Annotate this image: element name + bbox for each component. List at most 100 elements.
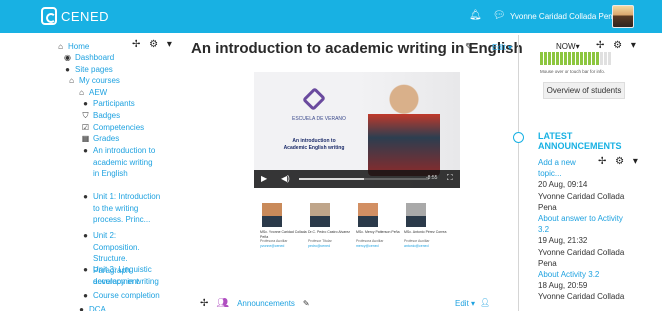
fullscreen-icon[interactable]: ⛶ <box>447 173 453 183</box>
course-icon: ⌂ <box>79 88 84 97</box>
circle-icon: ● <box>83 265 88 274</box>
progress-block[interactable] <box>560 52 563 65</box>
announcement-link[interactable]: 3.2 <box>538 225 630 234</box>
progress-block-controls[interactable]: ✢ ⚙ ▾ <box>596 40 639 51</box>
user-icon[interactable]: 👤︎ <box>480 298 490 307</box>
teacher-name: MSc. Yvonne Caridad Collada Peña <box>260 230 307 239</box>
announcement-meta: Pena <box>538 202 557 212</box>
teacher-photo <box>262 203 282 227</box>
edit-menu-top[interactable]: Edit ▾ <box>492 43 512 52</box>
circle-icon: ● <box>83 146 88 155</box>
teacher-name: Dr.C. Pedro Castro Alvarez <box>308 230 351 234</box>
nav-item-13[interactable]: ● Course completion <box>81 290 160 302</box>
nav-item-label: Grades <box>93 134 120 143</box>
nav-item-2[interactable]: ● Site pages <box>63 64 113 76</box>
user-avatar[interactable] <box>612 5 634 28</box>
circle-icon: ● <box>83 99 88 108</box>
progress-block[interactable] <box>568 52 571 65</box>
nav-item-3[interactable]: ⌂ My courses <box>67 75 120 87</box>
timeline-dot <box>513 132 524 143</box>
video-time: -8:55 <box>426 175 438 181</box>
teacher-name: MSc. Antonio Pérez Correa <box>404 230 447 234</box>
progress-now-label: NOW▾ <box>556 42 580 51</box>
announcement-meta: 19 Aug, 21:32 <box>538 236 588 246</box>
cened-logo-icon <box>41 7 57 25</box>
announcement-link[interactable]: About Activity 3.2 <box>538 270 630 279</box>
edit-activity-pencil-icon[interactable]: ✎ <box>303 299 310 308</box>
progress-block[interactable] <box>556 52 559 65</box>
circle-icon: ● <box>83 192 88 201</box>
progress-block[interactable] <box>604 52 607 65</box>
progress-block[interactable] <box>596 52 599 65</box>
progress-block[interactable] <box>600 52 603 65</box>
nav-item-12[interactable]: ● Unit 3: Linguistic accuracy in writing <box>81 264 163 287</box>
nav-item-14[interactable]: ● DCA <box>77 304 106 311</box>
logo-text: CENED <box>61 8 110 24</box>
progress-block[interactable] <box>608 52 611 65</box>
announcement-link[interactable]: Add a new <box>538 158 630 167</box>
progress-block[interactable] <box>540 52 543 65</box>
timeline-line <box>518 35 519 311</box>
circle-icon: ● <box>65 65 70 74</box>
progress-block[interactable] <box>576 52 579 65</box>
progress-block[interactable] <box>564 52 567 65</box>
progress-block[interactable] <box>584 52 587 65</box>
nav-item-8[interactable]: ▦ Grades <box>81 133 120 145</box>
announcement-link[interactable]: topic... <box>538 169 630 178</box>
bell-icon[interactable]: 🔔︎ <box>469 10 482 21</box>
navbar-icons: 🔔︎ 💬︎ <box>469 10 505 21</box>
site-logo[interactable]: CENED <box>41 7 109 25</box>
announcements-activity-row: ✢ 👥︎ Announcements ✎ <box>200 298 310 309</box>
video-caption: An introduction to Academic English writ… <box>279 138 349 152</box>
progress-block[interactable] <box>580 52 583 65</box>
competencies-icon: ☑ <box>81 123 90 132</box>
nav-item-label: Unit 3: Linguistic accuracy in writing <box>93 265 159 286</box>
nav-item-5[interactable]: ● Participants <box>81 98 135 110</box>
announcements-link[interactable]: Announcements <box>237 299 295 308</box>
progress-block[interactable] <box>544 52 547 65</box>
nav-item-10[interactable]: ● Unit 1: Introduction to the writing pro… <box>81 191 163 226</box>
user-menu-name[interactable]: Yvonne Caridad Collada Pena <box>510 12 617 21</box>
nav-item-0[interactable]: ⌂ Home <box>56 41 89 53</box>
nav-item-6[interactable]: ⛉ Badges <box>81 110 121 122</box>
nav-item-label: Participants <box>93 99 135 108</box>
nav-item-4[interactable]: ⌂ AEW <box>77 87 107 99</box>
top-navbar: CENED 🔔︎ 💬︎ Yvonne Caridad Collada Pena <box>0 0 662 33</box>
nav-item-label: Course completion <box>93 291 160 300</box>
announcement-meta: 18 Aug, 20:59 <box>538 281 588 291</box>
progress-block[interactable] <box>588 52 591 65</box>
course-intro-video[interactable]: ESCUELA DE VERANO An introduction to Aca… <box>254 72 460 188</box>
announcement-meta: Yvonne Caridad Collada <box>538 247 625 257</box>
edit-title-pencil-icon[interactable]: ✎ <box>465 42 473 53</box>
nav-item-1[interactable]: ◉ Dashboard <box>63 52 114 64</box>
announcement-meta: Yvonne Caridad Collada <box>538 292 625 302</box>
announcement-link[interactable]: About answer to Activity <box>538 214 630 223</box>
nav-item-label: An introduction to academic writing in E… <box>93 146 156 178</box>
navigation-block-controls[interactable]: ✢ ⚙ ▾ <box>132 39 175 50</box>
video-caption-line2: Academic English writing <box>283 145 345 151</box>
teacher-email[interactable]: antonio@cened <box>404 244 456 249</box>
nav-item-label: Badges <box>93 111 121 120</box>
video-seek-bar[interactable] <box>299 178 429 180</box>
volume-icon[interactable]: ◀) <box>281 174 290 183</box>
teacher-email[interactable]: yvonne@cened <box>260 244 312 249</box>
move-icon[interactable]: ✢ <box>200 298 208 309</box>
forum-people-icon: 👥︎ <box>216 298 230 309</box>
teacher-photo <box>358 203 378 227</box>
progress-bar[interactable] <box>540 52 611 65</box>
nav-item-7[interactable]: ☑ Competencies <box>81 122 144 134</box>
progress-block[interactable] <box>592 52 595 65</box>
teacher-email[interactable]: pedro@cened <box>308 244 360 249</box>
play-icon[interactable]: ▶ <box>261 174 267 183</box>
nav-item-9[interactable]: ● An introduction to academic writing in … <box>81 145 157 180</box>
overview-of-students-button[interactable]: Overview of students <box>543 82 625 99</box>
teacher-name: MSc. Mercy Patterson Peña <box>356 230 400 234</box>
teacher-email[interactable]: mercy@cened <box>356 244 408 249</box>
progress-block[interactable] <box>548 52 551 65</box>
progress-block[interactable] <box>552 52 555 65</box>
chat-icon[interactable]: 💬︎ <box>493 10 506 21</box>
progress-block[interactable] <box>572 52 575 65</box>
latest-announcements-title: LATEST ANNOUNCEMENTS <box>538 131 622 151</box>
dashboard-icon: ◉ <box>64 53 71 62</box>
edit-menu-bottom[interactable]: Edit ▾ <box>455 299 475 308</box>
